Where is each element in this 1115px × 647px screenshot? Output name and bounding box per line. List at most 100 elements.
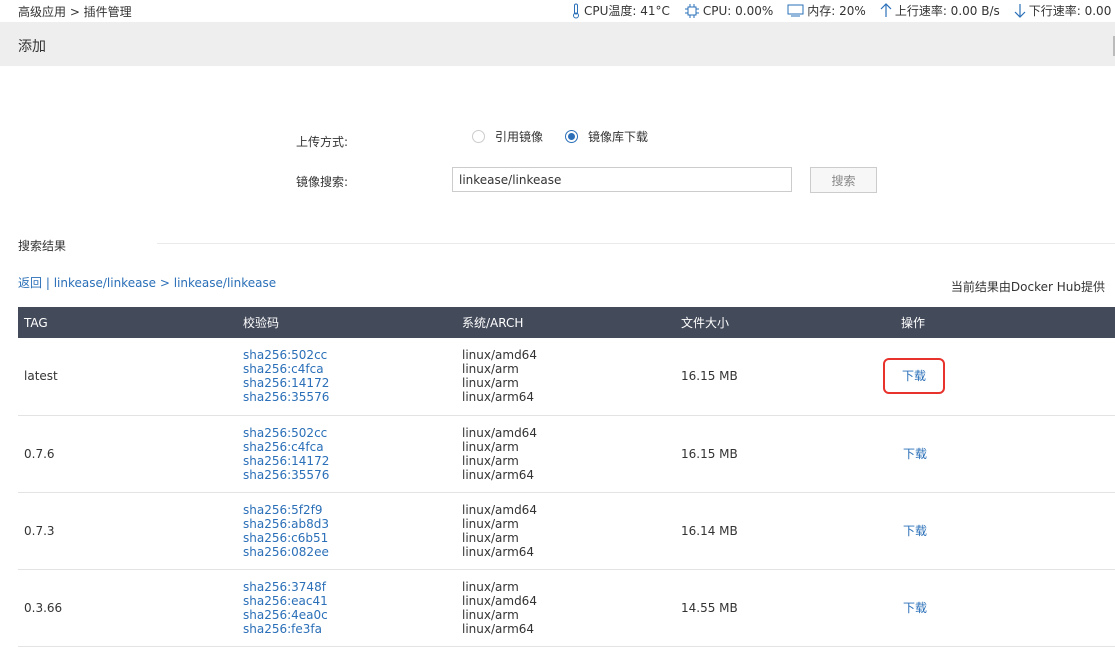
arch-text: linux/arm <box>462 607 519 622</box>
col-action: 操作 <box>901 307 1115 338</box>
row-size: 14.55 MB <box>681 569 901 647</box>
download-button[interactable]: 下载 <box>903 524 927 538</box>
arch-text: linux/arm64 <box>462 467 535 482</box>
provider-note: 当前结果由Docker Hub提供 <box>950 280 1105 294</box>
row-action: 下载 <box>901 569 1115 647</box>
checksum-link[interactable]: sha256:4ea0c <box>243 608 462 622</box>
cpu-temp-text: CPU温度: 41°C <box>584 4 670 18</box>
arch-text: linux/arm <box>462 439 519 454</box>
page-title: 添加 <box>18 39 46 55</box>
search-results-title: 搜索结果 <box>18 239 67 253</box>
table-row: latest sha256:502cc sha256:c4fca sha256:… <box>18 338 1115 416</box>
arrow-down-icon <box>1014 4 1026 18</box>
arch-text: linux/amd64 <box>462 425 537 440</box>
breadcrumb: 高级应用 > 插件管理 <box>18 5 132 19</box>
checksum-link[interactable]: sha256:fe3fa <box>243 622 462 636</box>
radio-repository-download[interactable]: 镜像库下载 <box>565 128 648 145</box>
image-search-label: 镜像搜索: <box>296 175 349 189</box>
table-row: 0.7.3 sha256:5f2f9 sha256:ab8d3 sha256:c… <box>18 492 1115 570</box>
radio-repository-label: 镜像库下载 <box>588 130 649 144</box>
row-action: 下载 <box>882 338 1115 416</box>
arch-text: linux/amd64 <box>462 348 537 363</box>
monitor-icon <box>787 4 804 17</box>
section-divider <box>157 243 1115 244</box>
system-status: CPU温度: 41°C CPU: 0.00% 内存: 20% 上行速率: 0.0… <box>571 2 1115 19</box>
page-header: 添加 <box>0 22 1115 66</box>
cpu-status: CPU: 0.00% <box>684 3 773 18</box>
arch-text: linux/arm64 <box>462 390 535 405</box>
checksum-link[interactable]: sha256:14172 <box>243 454 462 468</box>
memory-usage-text: 内存: 20% <box>807 4 866 18</box>
row-tag: latest <box>18 338 243 416</box>
radio-reference-image[interactable]: 引用镜像 <box>472 128 543 145</box>
checksum-link[interactable]: sha256:502cc <box>243 426 462 440</box>
memory-status: 内存: 20% <box>787 2 866 19</box>
row-size: 16.15 MB <box>681 338 901 416</box>
crumb-repo-link[interactable]: linkease/linkease <box>54 276 156 290</box>
upload-method-label: 上传方式: <box>296 135 349 149</box>
radio-repository-indicator[interactable] <box>565 130 578 143</box>
table-row: 0.7.6 sha256:502cc sha256:c4fca sha256:1… <box>18 415 1115 493</box>
download-button[interactable]: 下载 <box>903 601 927 615</box>
checksum-link[interactable]: sha256:35576 <box>243 468 462 482</box>
col-tag: TAG <box>18 307 243 338</box>
checksum-link[interactable]: sha256:35576 <box>243 390 462 404</box>
crumb-current[interactable]: linkease/linkease <box>174 276 276 290</box>
results-table: TAG 校验码 系统/ARCH 文件大小 操作 latest sha256:50… <box>18 307 1115 647</box>
arch-text: linux/amd64 <box>462 502 537 517</box>
row-archs: linux/amd64 linux/arm linux/arm linux/ar… <box>462 492 681 570</box>
back-link[interactable]: 返回 <box>18 276 42 290</box>
checksum-link[interactable]: sha256:c4fca <box>243 440 462 454</box>
arch-text: linux/arm <box>462 376 519 391</box>
thermometer-icon <box>573 3 579 18</box>
checksum-link[interactable]: sha256:c4fca <box>243 362 462 376</box>
checksum-link[interactable]: sha256:ab8d3 <box>243 517 462 531</box>
download-rate-text: 下行速率: 0.00 B <box>1028 4 1115 18</box>
upload-rate-text: 上行速率: 0.00 B/s <box>894 4 1000 18</box>
download-button[interactable]: 下载 <box>903 447 927 461</box>
arrow-up-icon <box>880 3 892 17</box>
arch-text: linux/arm64 <box>462 621 535 636</box>
row-size: 16.14 MB <box>681 492 901 570</box>
arch-text: linux/arm <box>462 453 519 468</box>
checksum-link[interactable]: sha256:3748f <box>243 580 462 594</box>
row-action: 下载 <box>901 492 1115 570</box>
row-checksums: sha256:5f2f9 sha256:ab8d3 sha256:c6b51 s… <box>243 492 462 570</box>
download-button[interactable]: 下载 <box>882 358 946 395</box>
row-archs: linux/arm linux/amd64 linux/arm linux/ar… <box>462 569 681 647</box>
row-tag: 0.7.6 <box>18 415 243 493</box>
crumb-separator: | <box>42 276 54 290</box>
cpu-temp-status: CPU温度: 41°C <box>571 2 670 19</box>
top-status-bar: 高级应用 > 插件管理 CPU温度: 41°C CPU: 0.00% 内存: 2… <box>0 0 1115 22</box>
checksum-link[interactable]: sha256:14172 <box>243 376 462 390</box>
col-size: 文件大小 <box>681 307 901 338</box>
row-tag: 0.7.3 <box>18 492 243 570</box>
table-row: 0.3.66 sha256:3748f sha256:eac41 sha256:… <box>18 569 1115 647</box>
radio-reference-label: 引用镜像 <box>495 130 544 144</box>
row-size: 16.15 MB <box>681 415 901 493</box>
row-archs: linux/amd64 linux/arm linux/arm linux/ar… <box>462 338 681 416</box>
arch-text: linux/arm <box>462 579 519 594</box>
arch-text: linux/arm <box>462 530 519 545</box>
row-checksums: sha256:502cc sha256:c4fca sha256:14172 s… <box>243 415 462 493</box>
checksum-link[interactable]: sha256:c6b51 <box>243 531 462 545</box>
arch-text: linux/arm64 <box>462 544 535 559</box>
row-action: 下载 <box>901 415 1115 493</box>
table-header-row: TAG 校验码 系统/ARCH 文件大小 操作 <box>18 307 1115 338</box>
row-archs: linux/amd64 linux/arm linux/arm linux/ar… <box>462 415 681 493</box>
arch-text: linux/amd64 <box>462 593 537 608</box>
upload-status: 上行速率: 0.00 B/s <box>880 2 1000 19</box>
row-tag: 0.3.66 <box>18 569 243 647</box>
arch-text: linux/arm <box>462 362 519 377</box>
checksum-link[interactable]: sha256:082ee <box>243 545 462 559</box>
crumb-arrow: > <box>156 276 174 290</box>
checksum-link[interactable]: sha256:502cc <box>243 348 462 362</box>
download-status: 下行速率: 0.00 B <box>1014 2 1115 19</box>
arch-text: linux/arm <box>462 516 519 531</box>
checksum-link[interactable]: sha256:5f2f9 <box>243 503 462 517</box>
row-checksums: sha256:3748f sha256:eac41 sha256:4ea0c s… <box>243 569 462 647</box>
checksum-link[interactable]: sha256:eac41 <box>243 594 462 608</box>
search-button[interactable]: 搜索 <box>810 167 877 193</box>
radio-reference-indicator[interactable] <box>472 130 485 143</box>
image-search-input[interactable] <box>452 167 792 192</box>
